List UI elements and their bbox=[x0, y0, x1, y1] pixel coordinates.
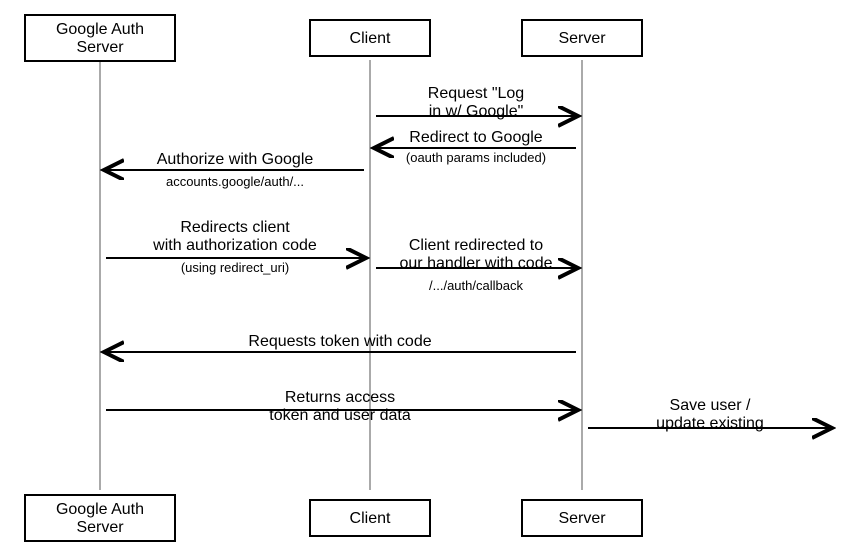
participant-client-top: Client bbox=[310, 20, 430, 56]
message-client-redirected-handler: Client redirected toour handler with cod… bbox=[376, 237, 576, 293]
message-redirect-to-google-label: Redirect to Google bbox=[409, 129, 543, 146]
participant-server-top: Server bbox=[522, 20, 642, 56]
message-authorize-with-google: Authorize with Google accounts.google/au… bbox=[106, 151, 364, 189]
message-redirect-to-google: Redirect to Google (oauth params include… bbox=[376, 129, 576, 165]
message-request-token: Requests token with code bbox=[106, 333, 576, 352]
participant-client-label: Client bbox=[350, 30, 391, 47]
message-redirect-with-code-label: Redirects clientwith authorization code bbox=[152, 219, 317, 254]
message-handler-label: Client redirected toour handler with cod… bbox=[400, 237, 553, 272]
participant-google-bottom: Google AuthServer bbox=[25, 495, 175, 541]
participant-client-label-bottom: Client bbox=[350, 510, 391, 527]
participant-server-bottom: Server bbox=[522, 500, 642, 536]
participant-google-top: Google AuthServer bbox=[25, 15, 175, 61]
message-save-user-label: Save user /update existing bbox=[656, 397, 764, 432]
message-return-token: Returns accesstoken and user data bbox=[106, 389, 576, 424]
message-request-login: Request "Login w/ Google" bbox=[376, 85, 576, 120]
message-request-token-label: Requests token with code bbox=[248, 333, 431, 350]
message-authorize-label: Authorize with Google bbox=[157, 151, 314, 168]
message-handler-sub: /.../auth/callback bbox=[429, 278, 523, 293]
message-redirect-with-code: Redirects clientwith authorization code … bbox=[106, 219, 364, 275]
sequence-diagram: Google AuthServer Client Server Google A… bbox=[0, 0, 844, 557]
message-authorize-sub: accounts.google/auth/... bbox=[166, 174, 304, 189]
message-redirect-to-google-sub: (oauth params included) bbox=[406, 150, 546, 165]
participant-server-label-bottom: Server bbox=[558, 510, 606, 527]
message-redirect-with-code-sub: (using redirect_uri) bbox=[181, 260, 289, 275]
message-save-user: Save user /update existing bbox=[588, 397, 830, 432]
participant-client-bottom: Client bbox=[310, 500, 430, 536]
participant-server-label: Server bbox=[558, 30, 606, 47]
message-return-token-label: Returns accesstoken and user data bbox=[269, 389, 411, 424]
message-request-login-label: Request "Login w/ Google" bbox=[428, 85, 524, 120]
